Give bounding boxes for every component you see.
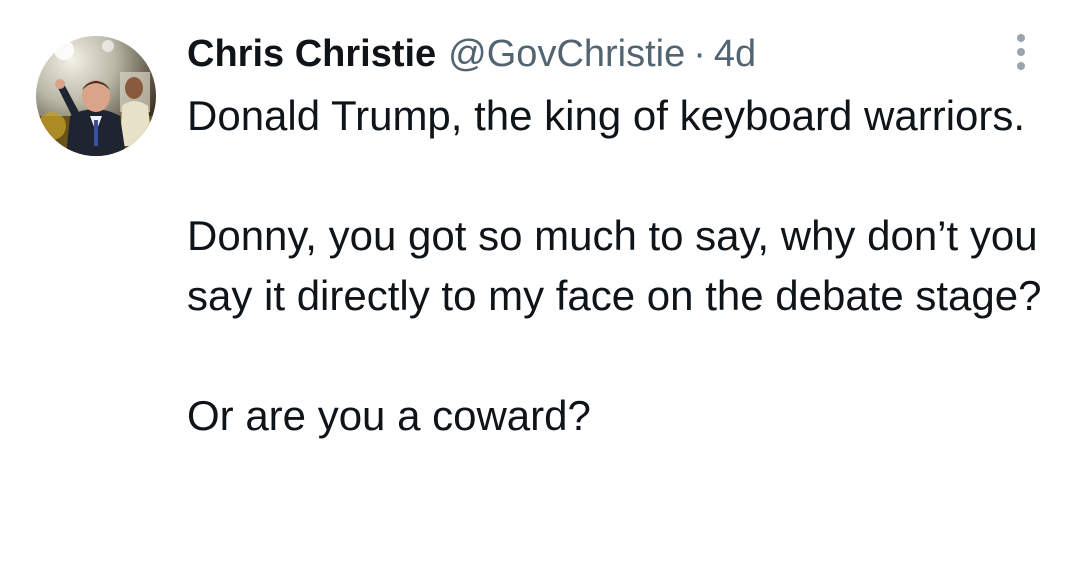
tweet-text: Donald Trump, the king of keyboard warri… [187,86,1047,446]
author-handle[interactable]: @GovChristie [448,28,685,80]
tweet-paragraph: Or are you a coward? [187,392,591,439]
dot [1017,62,1025,70]
dot [1017,48,1025,56]
author-name[interactable]: Chris Christie [187,28,436,80]
tweet-paragraph: Donald Trump, the king of keyboard warri… [187,92,1026,139]
tweet-content: Chris Christie @GovChristie · 4d Donald … [187,28,1047,446]
separator-dot: · [693,33,706,75]
author-avatar[interactable] [36,36,156,156]
tweet-timestamp[interactable]: 4d [714,28,756,80]
profile-photo-icon [36,36,156,156]
tweet-header: Chris Christie @GovChristie · 4d [187,28,1047,80]
more-options-icon[interactable] [1003,30,1039,74]
tweet-paragraph: Donny, you got so much to say, why don’t… [187,212,1042,319]
tweet[interactable]: Chris Christie @GovChristie · 4d Donald … [0,0,1080,576]
dot [1017,34,1025,42]
